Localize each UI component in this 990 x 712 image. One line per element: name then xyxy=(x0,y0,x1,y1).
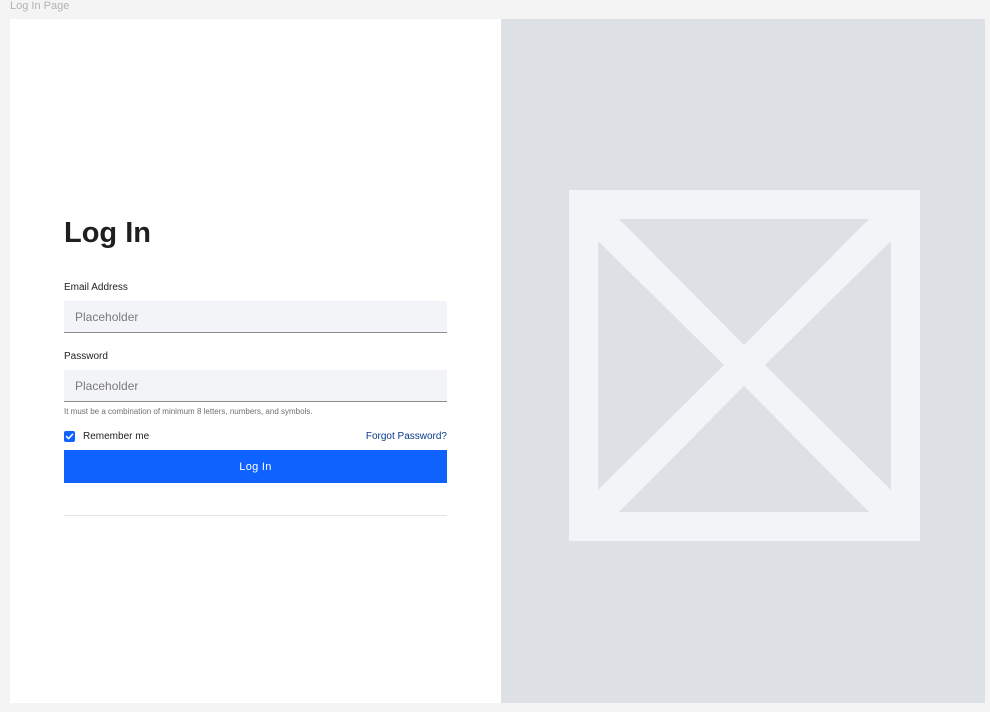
remember-me-option[interactable]: Remember me xyxy=(64,430,150,442)
hero-image-panel xyxy=(501,19,985,703)
login-form: Log In Email Address Password It must be… xyxy=(64,215,447,516)
checkmark-icon xyxy=(65,433,74,439)
forgot-password-link[interactable]: Forgot Password? xyxy=(366,431,447,442)
password-hint: It must be a combination of minimum 8 le… xyxy=(64,407,313,416)
login-page-frame: Log In Email Address Password It must be… xyxy=(10,19,985,703)
password-label: Password xyxy=(64,351,108,362)
remember-me-checkbox[interactable] xyxy=(64,430,75,442)
page-title: Log In xyxy=(64,217,151,249)
remember-me-label: Remember me xyxy=(83,430,150,442)
email-label: Email Address xyxy=(64,282,128,293)
email-field[interactable] xyxy=(64,301,447,333)
frame-label: Log In Page xyxy=(10,0,70,12)
login-button[interactable]: Log In xyxy=(64,450,447,483)
options-row: Remember me Forgot Password? xyxy=(64,429,447,443)
password-field[interactable] xyxy=(64,370,447,402)
image-placeholder-icon xyxy=(569,190,920,541)
login-panel: Log In Email Address Password It must be… xyxy=(10,19,501,703)
divider xyxy=(64,515,447,516)
